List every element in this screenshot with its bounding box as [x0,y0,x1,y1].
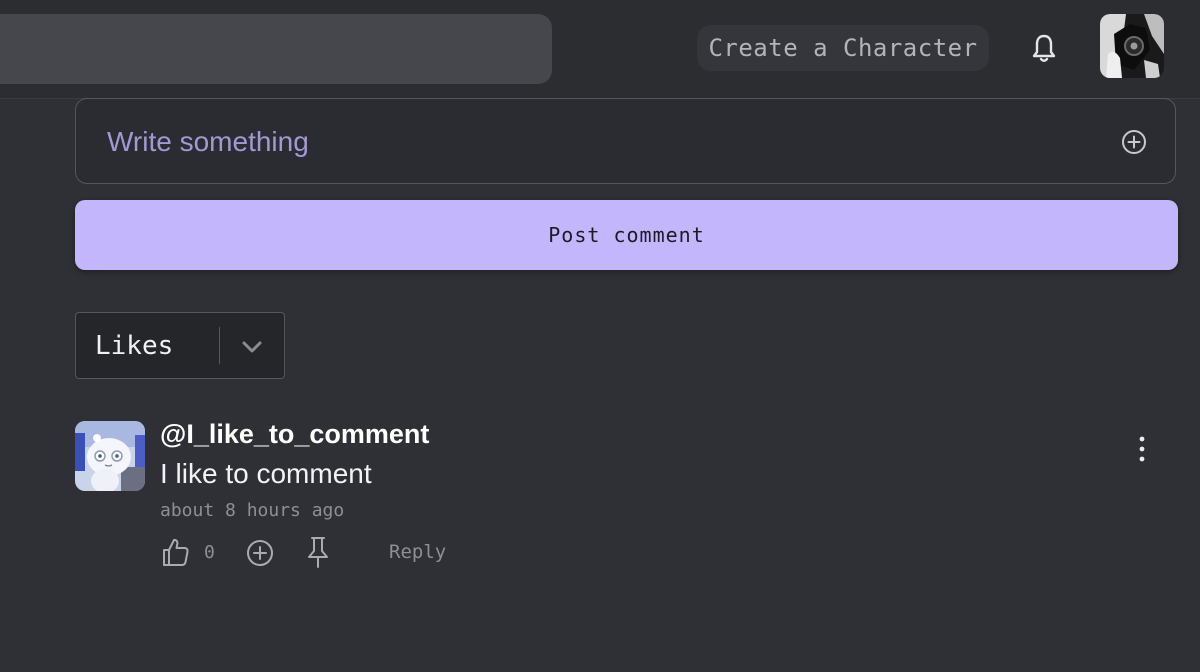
more-vertical-icon[interactable] [1130,434,1154,464]
search-bar[interactable] [0,14,552,84]
reply-button[interactable]: Reply [389,541,446,563]
create-character-button[interactable]: Create a Character [697,25,989,71]
comment-text: I like to comment [160,458,372,489]
commenter-avatar[interactable] [75,421,145,491]
pin-icon[interactable] [302,535,334,569]
comment-composer [75,98,1176,184]
add-circle-icon[interactable] [244,537,276,569]
chevron-down-icon [240,335,264,359]
thumbs-up-icon[interactable] [160,536,192,568]
post-comment-button[interactable]: Post comment [75,200,1178,270]
notifications-bell-icon[interactable] [1029,33,1059,65]
sort-dropdown[interactable]: Likes [75,312,285,379]
comment-input[interactable] [105,119,1089,165]
user-avatar[interactable] [1100,14,1164,78]
comment-username[interactable]: @I_like_to_comment [160,419,429,450]
add-circle-icon[interactable] [1121,129,1147,155]
like-count: 0 [204,542,215,563]
sort-divider [219,327,220,364]
comment-timestamp: about 8 hours ago [160,500,345,521]
sort-selected-value: Likes [95,331,174,361]
top-bar: Create a Character [0,0,1200,99]
